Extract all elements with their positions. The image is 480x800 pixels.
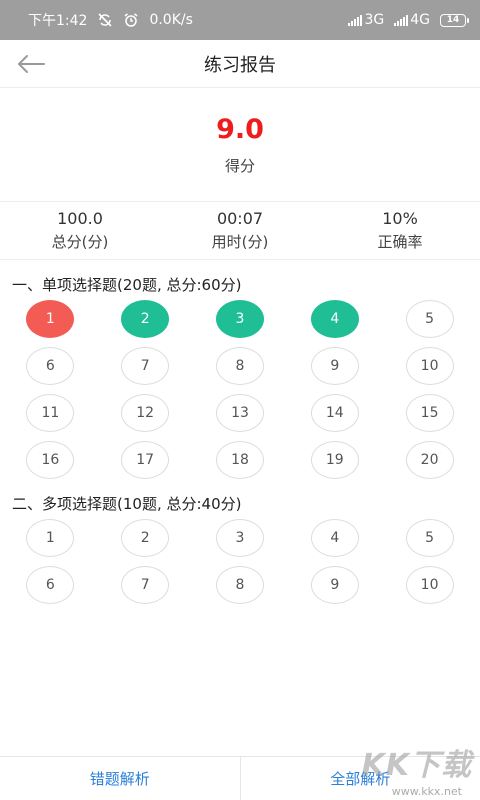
question-cell: 2 xyxy=(98,300,193,338)
question-cell: 3 xyxy=(193,519,288,557)
question-cell: 11 xyxy=(3,394,98,432)
section-title: 二、多项选择题(10题, 总分:40分) xyxy=(12,495,242,513)
question-cell: 8 xyxy=(193,566,288,604)
section-multiple-choice: 二、多项选择题(10题, 总分:40分) 1 2 3 4 5 6 7 8 9 10 xyxy=(0,493,480,604)
arrow-left-icon xyxy=(18,55,45,73)
question-number-button[interactable]: 15 xyxy=(405,394,454,432)
alarm-icon xyxy=(124,13,138,27)
question-number-button[interactable]: 17 xyxy=(121,441,170,479)
question-number-button[interactable]: 3 xyxy=(215,519,264,557)
question-number-button[interactable]: 1 xyxy=(26,300,75,338)
score-label: 得分 xyxy=(224,156,255,175)
signal-4g: 4G xyxy=(394,12,430,28)
question-cell: 10 xyxy=(382,347,477,385)
status-time: 下午1:42 xyxy=(28,13,88,29)
score-value: 9.0 xyxy=(216,113,264,145)
question-number-button[interactable]: 4 xyxy=(310,519,359,557)
question-cell: 7 xyxy=(98,347,193,385)
question-cell: 16 xyxy=(3,441,98,479)
all-analysis-button[interactable]: 全部解析 xyxy=(239,757,480,800)
question-number-button[interactable]: 9 xyxy=(310,566,359,604)
stat-value: 100.0 xyxy=(57,209,103,228)
question-number-button[interactable]: 7 xyxy=(121,566,170,604)
question-cell: 1 xyxy=(3,300,98,338)
question-number-button[interactable]: 4 xyxy=(310,300,359,338)
question-number-button[interactable]: 5 xyxy=(405,300,454,338)
question-number-button[interactable]: 6 xyxy=(26,566,75,604)
nav-bar: 练习报告 xyxy=(0,40,480,88)
stat-accuracy: 10% 正确率 xyxy=(320,202,480,259)
question-number-button[interactable]: 12 xyxy=(121,394,170,432)
question-cell: 12 xyxy=(98,394,193,432)
question-number-button[interactable]: 2 xyxy=(121,300,170,338)
status-bar: 下午1:42 0.0K/s 3G 4G 14 xyxy=(0,0,480,40)
question-number-button[interactable]: 2 xyxy=(121,519,170,557)
signal-bars-icon xyxy=(394,14,409,26)
section-single-choice: 一、单项选择题(20题, 总分:60分) 1 2 3 4 5 6 7 8 9 10 11 12 13 14… xyxy=(0,274,480,479)
question-cell: 18 xyxy=(193,441,288,479)
question-number-button[interactable]: 1 xyxy=(26,519,75,557)
stat-total: 100.0 总分(分) xyxy=(0,202,160,259)
question-grid: 1 2 3 4 5 6 7 8 9 10 11 12 13 14 15 16 17 18 19 20 xyxy=(0,300,480,479)
stat-label: 用时(分) xyxy=(211,233,269,251)
question-cell: 7 xyxy=(98,566,193,604)
question-number-button[interactable]: 18 xyxy=(215,441,264,479)
question-cell: 6 xyxy=(3,566,98,604)
question-cell: 8 xyxy=(193,347,288,385)
stat-time: 00:07 用时(分) xyxy=(160,202,320,259)
sync-off-icon xyxy=(98,13,113,27)
question-cell: 2 xyxy=(98,519,193,557)
question-cell: 9 xyxy=(287,347,382,385)
stat-label: 总分(分) xyxy=(51,233,109,251)
stats-row: 100.0 总分(分) 00:07 用时(分) 10% 正确率 xyxy=(0,202,480,260)
question-cell: 3 xyxy=(193,300,288,338)
stat-value: 10% xyxy=(382,209,418,228)
question-number-button[interactable]: 14 xyxy=(310,394,359,432)
question-number-button[interactable]: 16 xyxy=(26,441,75,479)
question-cell: 13 xyxy=(193,394,288,432)
status-right: 3G 4G 14 xyxy=(348,12,469,28)
question-cell: 5 xyxy=(382,519,477,557)
question-number-button[interactable]: 8 xyxy=(215,347,264,385)
score-panel: 9.0 得分 xyxy=(0,88,480,202)
stat-label: 正确率 xyxy=(377,233,423,251)
status-left: 下午1:42 0.0K/s xyxy=(28,10,193,30)
question-cell: 14 xyxy=(287,394,382,432)
question-cell: 15 xyxy=(382,394,477,432)
question-number-button[interactable]: 6 xyxy=(26,347,75,385)
status-speed: 0.0K/s xyxy=(149,12,193,28)
question-cell: 4 xyxy=(287,519,382,557)
question-cell: 9 xyxy=(287,566,382,604)
question-number-button[interactable]: 10 xyxy=(405,566,454,604)
question-number-button[interactable]: 19 xyxy=(310,441,359,479)
question-cell: 6 xyxy=(3,347,98,385)
signal-3g: 3G xyxy=(348,12,384,28)
section-title: 一、单项选择题(20题, 总分:60分) xyxy=(12,276,242,294)
question-cell: 1 xyxy=(3,519,98,557)
question-cell: 19 xyxy=(287,441,382,479)
question-number-button[interactable]: 8 xyxy=(215,566,264,604)
question-grid: 1 2 3 4 5 6 7 8 9 10 xyxy=(0,519,480,604)
bottom-bar: 错题解析 全部解析 xyxy=(0,756,480,800)
question-number-button[interactable]: 5 xyxy=(405,519,454,557)
question-cell: 17 xyxy=(98,441,193,479)
stat-value: 00:07 xyxy=(216,209,264,228)
question-number-button[interactable]: 9 xyxy=(310,347,359,385)
signal-bars-icon xyxy=(348,14,363,26)
page-title: 练习报告 xyxy=(204,54,276,76)
battery-icon: 14 xyxy=(440,13,469,27)
question-cell: 4 xyxy=(287,300,382,338)
wrong-analysis-button[interactable]: 错题解析 xyxy=(0,757,240,800)
question-number-button[interactable]: 20 xyxy=(405,441,454,479)
question-number-button[interactable]: 7 xyxy=(121,347,170,385)
question-number-button[interactable]: 10 xyxy=(405,347,454,385)
question-cell: 5 xyxy=(382,300,477,338)
question-cell: 10 xyxy=(382,566,477,604)
question-number-button[interactable]: 11 xyxy=(26,394,75,432)
question-number-button[interactable]: 3 xyxy=(215,300,264,338)
question-cell: 20 xyxy=(382,441,477,479)
question-number-button[interactable]: 13 xyxy=(215,394,264,432)
back-button[interactable] xyxy=(14,50,48,78)
